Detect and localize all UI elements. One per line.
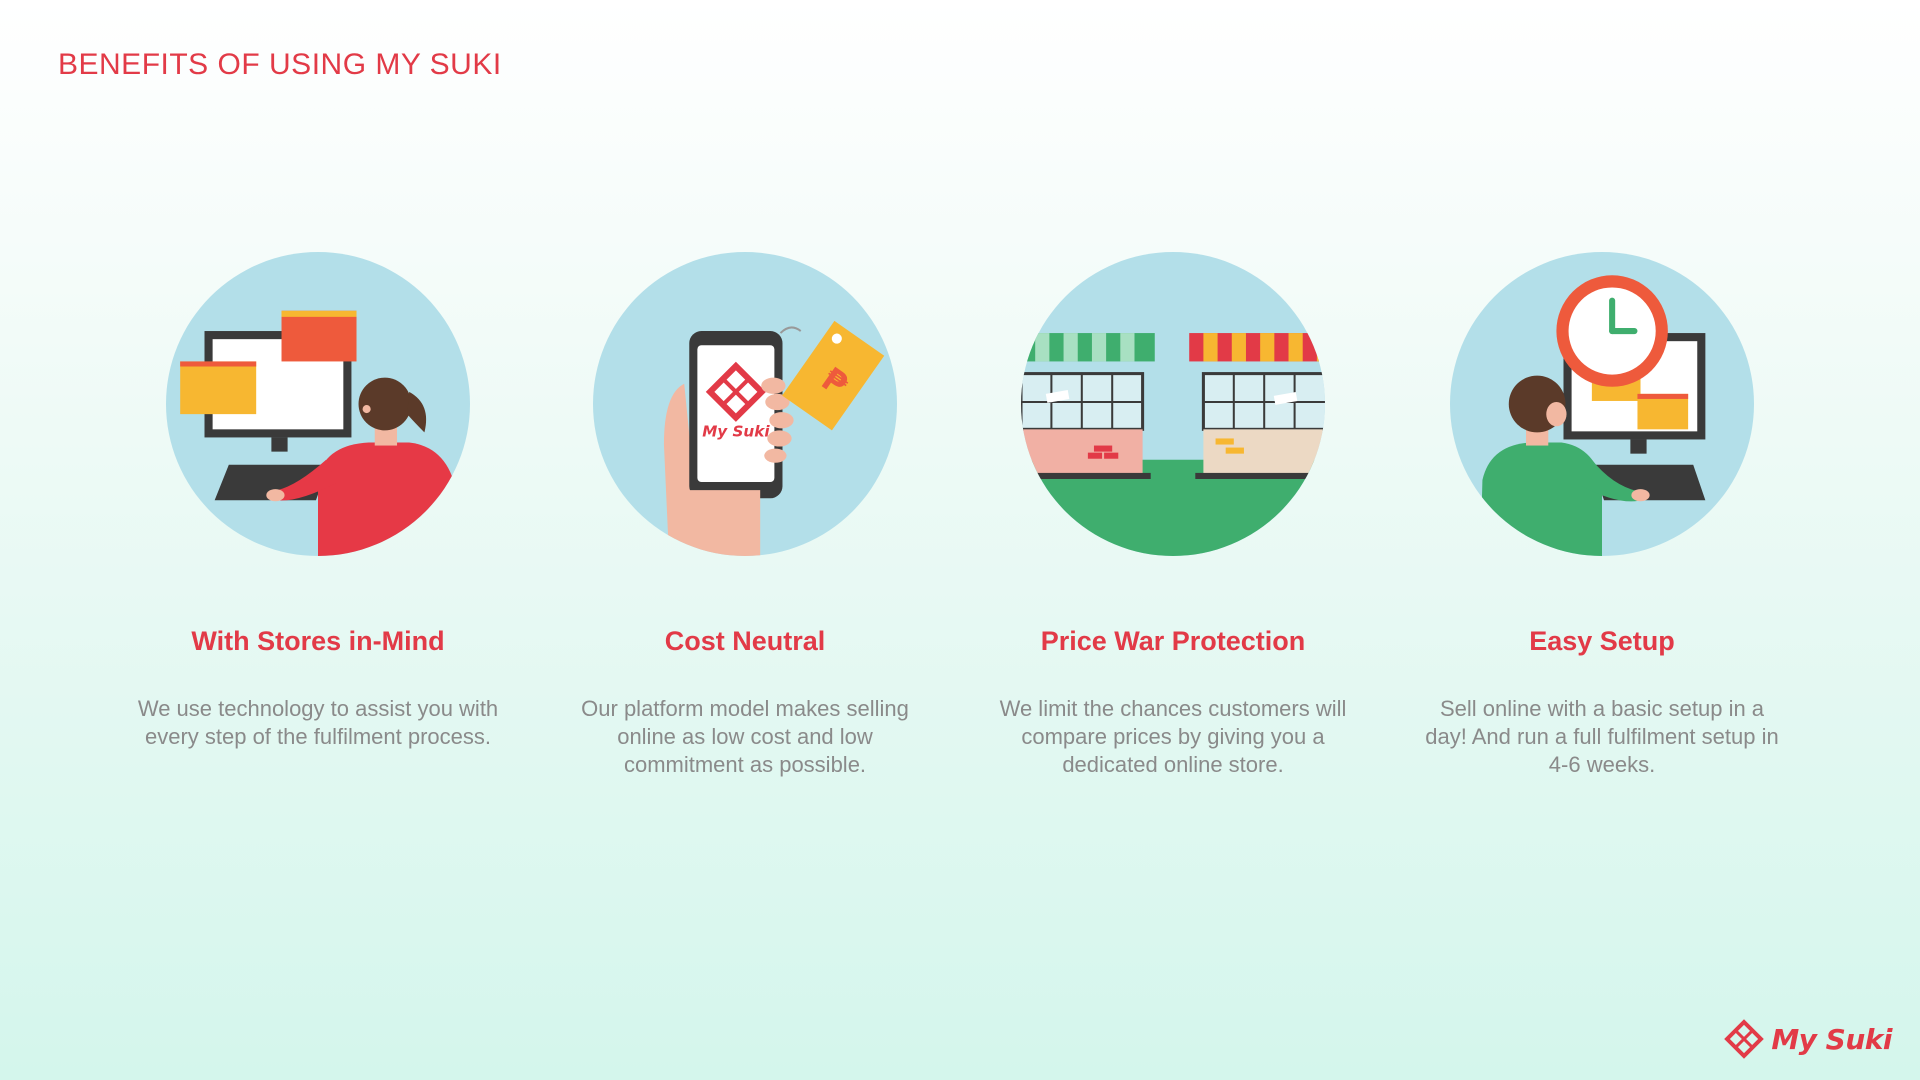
benefit-description: Our platform model makes selling online … <box>581 696 909 777</box>
phone-logo-text: My Suki <box>702 422 770 440</box>
store-owner-computer-icon <box>166 252 470 556</box>
green-awning <box>1021 333 1155 362</box>
benefit-title: With Stores in-Mind <box>191 626 445 656</box>
benefit-description: We use technology to assist you with eve… <box>137 696 499 749</box>
page-title: BENEFITS OF USING MY SUKI <box>58 48 502 81</box>
red-yellow-awning <box>1189 333 1325 362</box>
benefit-description: We limit the chances customers will comp… <box>999 696 1347 777</box>
benefit-title: Cost Neutral <box>664 626 826 656</box>
benefit-card-easy-setup: Easy Setup Sell online with a basic setu… <box>1392 252 1812 779</box>
benefit-title: Price War Protection <box>1040 626 1306 656</box>
brand-mark-icon <box>1724 1019 1765 1059</box>
benefit-description: Sell online with a basic setup in a day!… <box>1425 696 1779 777</box>
brand-logo-text: My Suki <box>1771 1022 1892 1056</box>
brand-logo: My Suki <box>1723 1018 1892 1060</box>
benefit-title: Easy Setup <box>1529 626 1675 656</box>
storefronts-icon <box>1021 252 1325 556</box>
benefit-card-price-war: Price War Protection We limit the chance… <box>963 252 1383 779</box>
clock-computer-icon <box>1450 252 1754 556</box>
benefit-card-cost-neutral: My Suki ₱ Cost Neutral Our platform mode… <box>535 252 955 779</box>
phone-price-tag-icon: My Suki ₱ <box>593 252 897 556</box>
benefit-card-stores-in-mind: With Stores in-Mind We use technology to… <box>108 252 528 751</box>
